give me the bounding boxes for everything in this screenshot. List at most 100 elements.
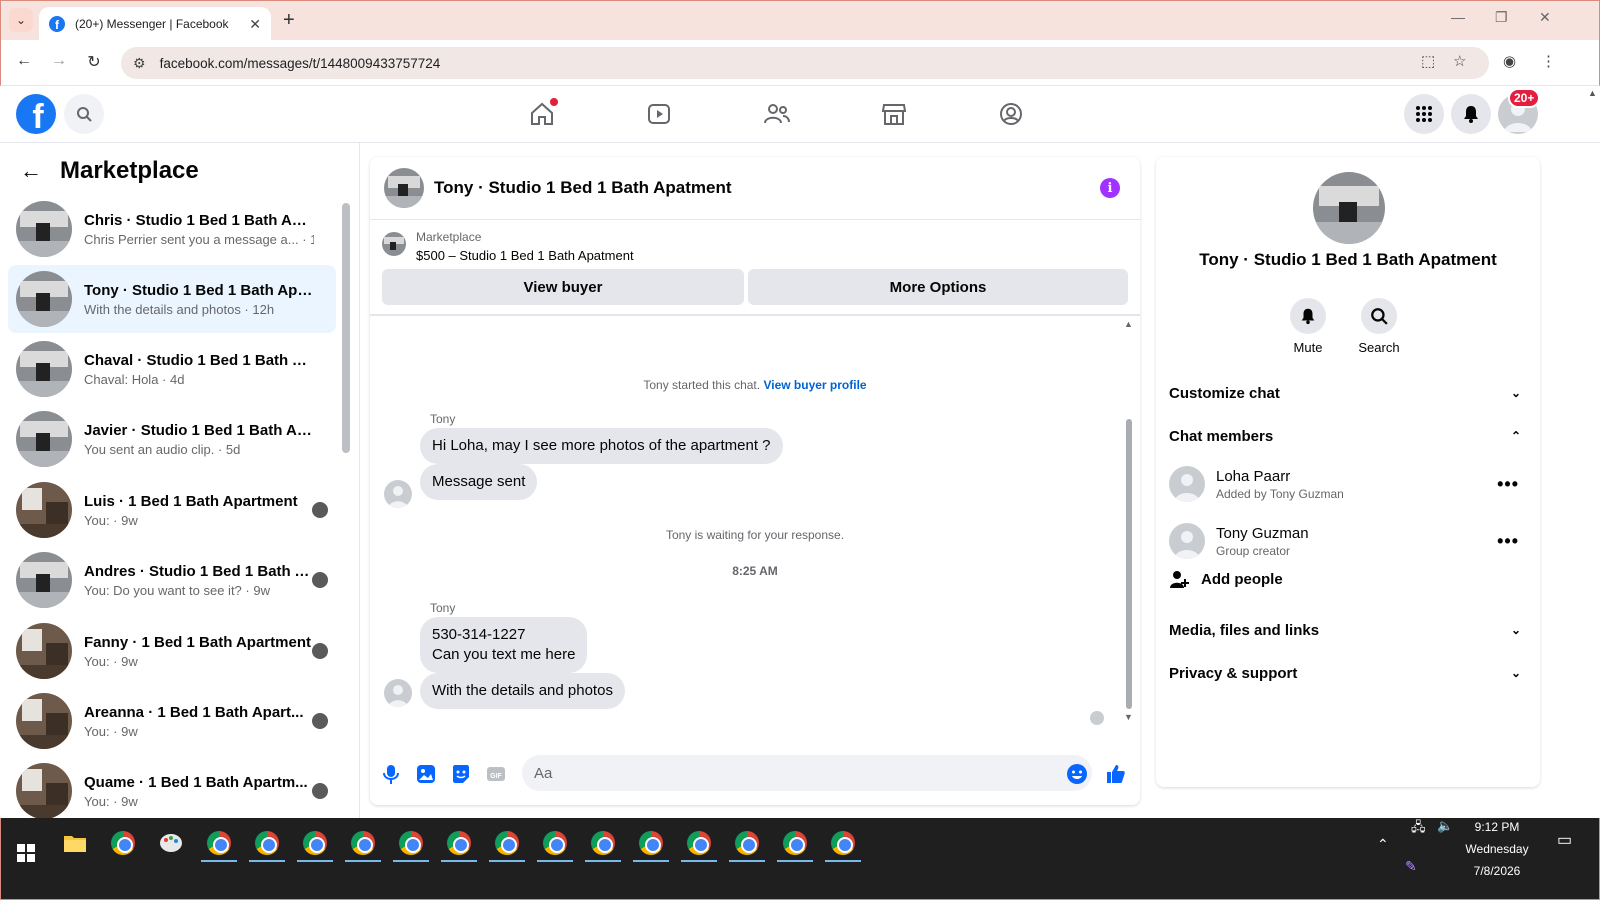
nav-friends[interactable] (761, 98, 793, 130)
chrome-window-icon[interactable] (775, 826, 815, 862)
left-scrollbar[interactable] (342, 203, 350, 453)
conversation-item[interactable]: Quame · 1 Bed 1 Bath Apartm... You: · 9w (8, 757, 336, 818)
clock[interactable]: 9:12 PM Wednesday 7/8/2026 (1457, 816, 1537, 882)
thumbs-up-icon[interactable] (1105, 763, 1127, 785)
nav-gaming[interactable] (995, 98, 1027, 130)
chevron-up-icon[interactable]: ⌃ (1377, 836, 1389, 853)
conversation-item[interactable]: Chaval · Studio 1 Bed 1 Bath Apa... Chava… (8, 335, 336, 403)
notifications-button[interactable] (1451, 94, 1491, 134)
sender-avatar[interactable] (384, 480, 412, 508)
chat-members-section[interactable]: Chat members ⌃ (1169, 416, 1525, 456)
network-icon[interactable]: 🖧 (1411, 818, 1426, 840)
chrome-window-icon[interactable] (631, 826, 671, 862)
minimize-button[interactable]: — (1451, 9, 1465, 25)
chrome-window-icon[interactable] (247, 826, 287, 862)
nav-home[interactable] (526, 98, 558, 130)
privacy-support-section[interactable]: Privacy & support ⌄ (1169, 653, 1525, 693)
message-input[interactable]: Aa (522, 755, 1092, 791)
message-bubble[interactable]: 530-314-1227 Can you text me here (420, 617, 588, 673)
tab-search-menu-button[interactable]: ⌄ (9, 8, 33, 32)
facebook-logo-icon[interactable]: f (16, 94, 56, 134)
search-button[interactable] (64, 94, 104, 134)
conversation-preview: With the details and photos · 12h (84, 301, 275, 317)
mute-button[interactable]: Mute (1278, 298, 1338, 355)
chrome-window-icon[interactable] (679, 826, 719, 862)
search-in-chat-button[interactable]: Search (1349, 298, 1409, 355)
chrome-window-icon[interactable] (439, 826, 479, 862)
emoji-icon[interactable] (1066, 763, 1088, 785)
chrome-window-icon[interactable] (391, 826, 431, 862)
conversation-item[interactable]: Andres · Studio 1 Bed 1 Bath A... You: Do… (8, 546, 336, 614)
gif-icon[interactable]: GIF (485, 763, 507, 785)
page-scroll-up-icon[interactable]: ▲ (1588, 88, 1597, 98)
restore-button[interactable]: ❐ (1495, 9, 1508, 26)
chrome-window-icon[interactable] (487, 826, 527, 862)
chrome-menu-icon[interactable]: ⋮ (1541, 52, 1556, 70)
message-bubble[interactable]: Hi Loha, may I see more photos of the ap… (420, 428, 783, 464)
notification-center-icon[interactable]: ▭ (1557, 830, 1572, 850)
microphone-icon[interactable] (380, 763, 402, 785)
member-row[interactable]: Tony Guzman Group creator ••• (1169, 515, 1525, 567)
menu-button[interactable] (1404, 94, 1444, 134)
sender-avatar[interactable] (384, 679, 412, 707)
conversation-item[interactable]: Luis · 1 Bed 1 Bath Apartment You: · 9w (8, 476, 336, 544)
back-button[interactable]: ← (13, 52, 35, 70)
close-window-button[interactable]: ✕ (1539, 9, 1551, 26)
chrome-window-icon[interactable] (823, 826, 863, 862)
file-explorer-icon[interactable] (55, 826, 95, 860)
site-info-icon[interactable]: ⚙ (133, 55, 146, 72)
chrome-window-icon[interactable] (535, 826, 575, 862)
sticker-icon[interactable] (450, 763, 472, 785)
tab-close-icon[interactable]: ✕ (249, 16, 261, 33)
new-tab-button[interactable]: + (283, 9, 295, 32)
chrome-window-icon[interactable] (727, 826, 767, 862)
more-options-icon[interactable]: ••• (1497, 474, 1519, 495)
chrome-window-icon[interactable] (343, 826, 383, 862)
paint-icon[interactable] (151, 826, 191, 860)
chrome-window-icon[interactable] (583, 826, 623, 862)
view-buyer-button[interactable]: View buyer (382, 269, 744, 305)
member-avatar[interactable] (1169, 466, 1205, 502)
forward-button[interactable]: → (48, 52, 70, 70)
chat-scroll-down-icon[interactable]: ▼ (1124, 712, 1133, 722)
reload-button[interactable]: ↻ (83, 52, 105, 72)
windows-start-icon[interactable] (17, 844, 35, 862)
pen-icon[interactable]: ✎ (1405, 858, 1417, 875)
volume-icon[interactable]: 🔈 (1437, 818, 1453, 834)
install-app-icon[interactable]: ⬚ (1421, 52, 1435, 70)
browser-tab[interactable]: f (20+) Messenger | Facebook ✕ (39, 7, 271, 41)
chrome-window-icon[interactable] (295, 826, 335, 862)
media-files-links-section[interactable]: Media, files and links ⌄ (1169, 610, 1525, 650)
info-icon[interactable]: i (1100, 178, 1120, 198)
conversation-item[interactable]: Javier · Studio 1 Bed 1 Bath Apat... You … (8, 405, 336, 473)
listing-thumbnail[interactable] (382, 232, 406, 256)
photo-icon[interactable] (415, 763, 437, 785)
customize-chat-section[interactable]: Customize chat ⌄ (1169, 373, 1525, 413)
listing-price-title[interactable]: $500 – Studio 1 Bed 1 Bath Apatment (416, 248, 634, 263)
conversation-avatar (16, 411, 72, 467)
chat-scrollbar[interactable] (1126, 419, 1132, 709)
member-avatar[interactable] (1169, 523, 1205, 559)
chat-avatar[interactable] (384, 168, 424, 208)
conversation-item[interactable]: Tony · Studio 1 Bed 1 Bath Apat... With t… (8, 265, 336, 333)
chrome-icon[interactable] (103, 826, 143, 860)
message-bubble[interactable]: Message sent (420, 464, 538, 500)
chat-info-avatar[interactable] (1313, 172, 1385, 244)
more-options-icon[interactable]: ••• (1497, 531, 1519, 552)
bookmark-star-icon[interactable]: ☆ (1453, 52, 1466, 70)
profile-icon[interactable]: ◉ (1503, 52, 1516, 70)
conversation-item[interactable]: Fanny · 1 Bed 1 Bath Apartment You: · 9w (8, 617, 336, 685)
message-bubble[interactable]: With the details and photos (420, 673, 625, 709)
member-row[interactable]: Loha Paarr Added by Tony Guzman ••• (1169, 458, 1525, 510)
nav-marketplace[interactable] (878, 98, 910, 130)
more-options-button[interactable]: More Options (748, 269, 1128, 305)
nav-video[interactable] (643, 98, 675, 130)
back-arrow-icon[interactable]: ← (20, 158, 42, 184)
address-bar[interactable]: ⚙ facebook.com/messages/t/14480094337577… (121, 47, 1489, 79)
conversation-item[interactable]: Areanna · 1 Bed 1 Bath Apart... You: · 9w (8, 687, 336, 755)
add-people-button[interactable]: Add people (1169, 569, 1283, 589)
chrome-window-icon[interactable] (199, 826, 239, 862)
view-buyer-profile-link[interactable]: View buyer profile (763, 378, 866, 392)
chat-title[interactable]: Tony · Studio 1 Bed 1 Bath Apatment (434, 178, 732, 198)
conversation-item[interactable]: Chris · Studio 1 Bed 1 Bath Apat... Chris… (8, 195, 336, 263)
